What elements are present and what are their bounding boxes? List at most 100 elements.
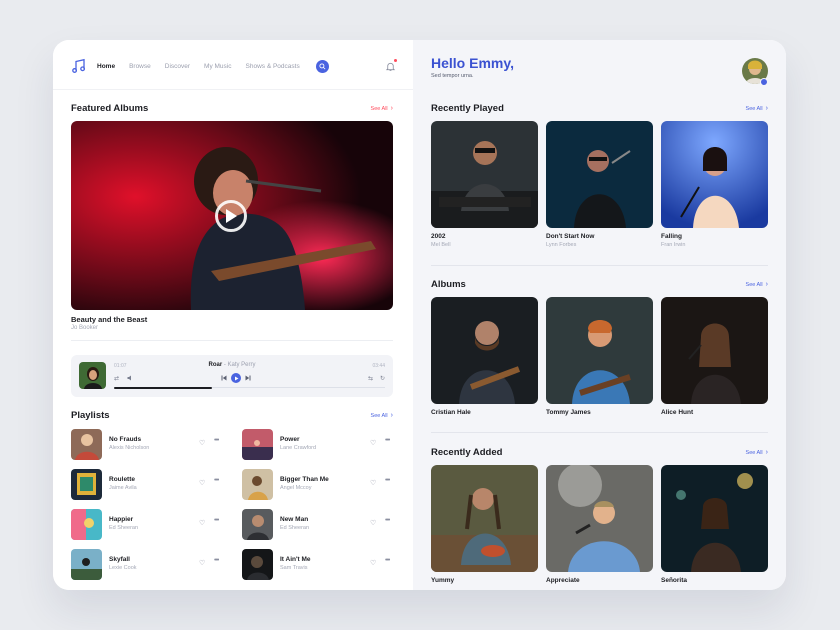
nav-discover[interactable]: Discover (165, 63, 190, 70)
progress-fill (114, 386, 212, 389)
recently-added-tile[interactable] (431, 465, 538, 572)
divider (71, 340, 393, 341)
more-options-icon[interactable]: ••• (385, 477, 390, 484)
now-playing: Roar - Katy Perry (71, 362, 393, 368)
heart-icon[interactable]: ♡ (199, 439, 205, 447)
search-button[interactable] (315, 59, 329, 73)
heart-icon[interactable]: ♡ (370, 559, 376, 567)
playlists-see-all-link[interactable]: See All › (371, 412, 393, 419)
more-options-icon[interactable]: ••• (214, 437, 219, 444)
more-options-icon[interactable]: ••• (214, 517, 219, 524)
heart-icon[interactable]: ♡ (370, 519, 376, 527)
nav-my-music[interactable]: My Music (204, 63, 231, 70)
playlist-item[interactable]: Skyfall Lexie Cook ♡ ••• (71, 549, 221, 580)
right-panel: Hello Emmy, Sed tempor urna. Recently Pl… (413, 40, 786, 590)
recently-added-tile[interactable] (661, 465, 768, 572)
playlist-thumbnail (71, 429, 102, 460)
recently-added-tile[interactable] (546, 465, 653, 572)
divider (431, 265, 768, 266)
play-icon (234, 376, 238, 380)
next-icon[interactable] (245, 375, 251, 381)
music-note-icon[interactable] (71, 58, 87, 74)
featured-album-title: Beauty and the Beast (71, 315, 148, 324)
playlist-artist: Jaime Avila (109, 485, 137, 491)
playlist-artist: Alexis Nicholson (109, 445, 150, 451)
recently-added-see-all-link[interactable]: See All › (746, 449, 768, 456)
recently-played-tile[interactable] (546, 121, 653, 228)
playlist-item[interactable]: Roulette Jaime Avila ♡ ••• (71, 469, 221, 500)
recently-played-tile[interactable] (661, 121, 768, 228)
featured-see-all-link[interactable]: See All › (371, 105, 393, 112)
play-button[interactable] (215, 200, 247, 232)
tile-artist: Fran Irwin (661, 242, 686, 248)
shuffle-icon[interactable]: ⇄ (114, 375, 119, 382)
refresh-icon[interactable]: ↻ (380, 375, 385, 382)
playlist-thumbnail (71, 469, 102, 500)
playlist-thumbnail (242, 549, 273, 580)
playlist-thumbnail (242, 429, 273, 460)
recently-played-tile[interactable] (431, 121, 538, 228)
playlist-item[interactable]: Power Lane Crawford ♡ ••• (242, 429, 392, 460)
album-tile[interactable] (431, 297, 538, 404)
tile-title: Cristian Hale (431, 409, 471, 416)
chevron-right-icon: › (765, 281, 768, 288)
tile-title: Don't Start Now (546, 233, 595, 240)
avatar-status-badge (760, 78, 768, 86)
bell-icon[interactable] (385, 59, 397, 72)
playlist-item[interactable]: No Frauds Alexis Nicholson ♡ ••• (71, 429, 221, 460)
playlists-header: Playlists See All › (71, 410, 393, 421)
playlist-name: Roulette (109, 476, 135, 483)
more-options-icon[interactable]: ••• (385, 437, 390, 444)
progress-bar[interactable] (114, 386, 385, 389)
heart-icon[interactable]: ♡ (199, 559, 205, 567)
chevron-right-icon: › (390, 105, 393, 112)
playlist-artist: Sam Travis (280, 565, 308, 571)
nav-browse[interactable]: Browse (129, 63, 151, 70)
heart-icon[interactable]: ♡ (370, 439, 376, 447)
playlist-thumbnail (71, 509, 102, 540)
album-tile[interactable] (661, 297, 768, 404)
player-play-button[interactable] (231, 373, 241, 383)
greeting-subtitle: Sed tempor urna. (431, 73, 474, 79)
app-window: Home Browse Discover My Music Shows & Po… (53, 40, 786, 590)
recently-played-header: Recently Played See All › (431, 103, 768, 114)
greeting-title: Hello Emmy, (431, 55, 514, 71)
playlists-title: Playlists (71, 410, 110, 421)
recently-played-see-all-link[interactable]: See All › (746, 105, 768, 112)
tile-title: Appreciate (546, 577, 580, 584)
tile-artist: Mel Bell (431, 242, 451, 248)
playlist-thumbnail (71, 549, 102, 580)
tile-title: 2002 (431, 233, 446, 240)
repeat-icon[interactable]: ⇆ (368, 375, 373, 382)
playlist-thumbnail (242, 509, 273, 540)
tile-title: Señorita (661, 577, 688, 584)
playlist-name: New Man (280, 516, 309, 523)
now-playing-artist: Katy Perry (227, 362, 256, 368)
more-options-icon[interactable]: ••• (214, 477, 219, 484)
album-tile[interactable] (546, 297, 653, 404)
heart-icon[interactable]: ♡ (199, 519, 205, 527)
tile-title: Tommy James (546, 409, 591, 416)
more-options-icon[interactable]: ••• (385, 517, 390, 524)
tile-artist: Lynn Forbes (546, 242, 577, 248)
playlist-item[interactable]: Bigger Than Me Angel Mccoy ♡ ••• (242, 469, 392, 500)
playlist-item[interactable]: New Man Ed Sheeran ♡ ••• (242, 509, 392, 540)
play-icon (226, 209, 237, 223)
nav-shows-podcasts[interactable]: Shows & Podcasts (246, 63, 300, 70)
playlist-name: Skyfall (109, 556, 130, 563)
playlist-name: No Frauds (109, 436, 142, 443)
playlist-item[interactable]: It Ain't Me Sam Travis ♡ ••• (242, 549, 392, 580)
heart-icon[interactable]: ♡ (199, 479, 205, 487)
chevron-right-icon: › (765, 105, 768, 112)
heart-icon[interactable]: ♡ (370, 479, 376, 487)
playlist-artist: Ed Sheeran (280, 525, 310, 531)
more-options-icon[interactable]: ••• (385, 557, 390, 564)
albums-title: Albums (431, 279, 466, 290)
volume-icon[interactable] (127, 375, 133, 383)
more-options-icon[interactable]: ••• (214, 557, 219, 564)
playlist-item[interactable]: Happier Ed Sheeran ♡ ••• (71, 509, 221, 540)
nav-home[interactable]: Home (97, 63, 115, 70)
albums-see-all-link[interactable]: See All › (746, 281, 768, 288)
previous-icon[interactable] (221, 375, 227, 381)
duration-time: 03:44 (372, 363, 385, 369)
